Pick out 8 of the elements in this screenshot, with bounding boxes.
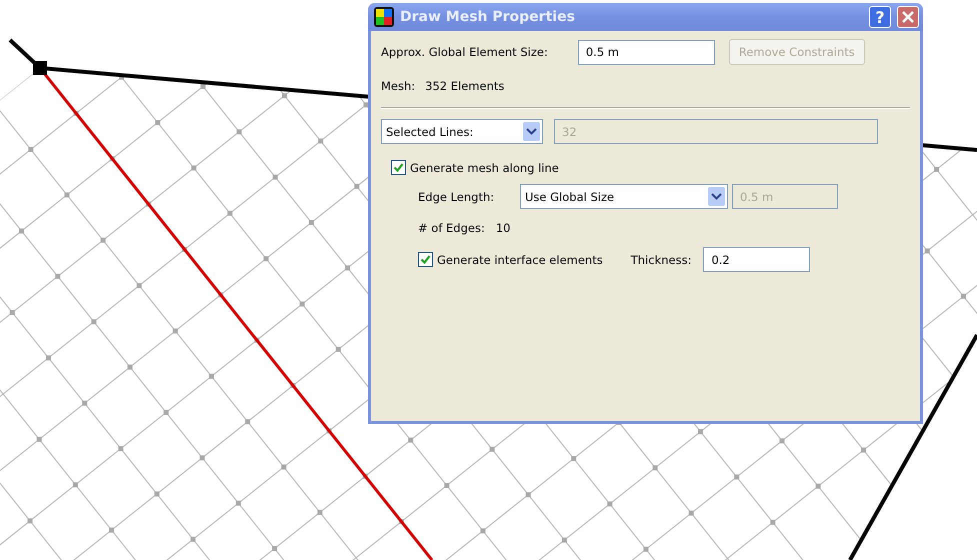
edge-length-label: Edge Length: [418,190,496,204]
mesh-label: Mesh: [381,79,416,93]
mesh-element-count: 352 Elements [425,79,504,93]
edges-count: 10 [496,221,510,235]
window-title: Draw Mesh Properties [400,9,576,25]
thickness-label: Thickness: [630,252,692,266]
edges-label: # of Edges: [418,221,485,235]
global-size-label: Approx. Global Element Size: [381,45,548,59]
